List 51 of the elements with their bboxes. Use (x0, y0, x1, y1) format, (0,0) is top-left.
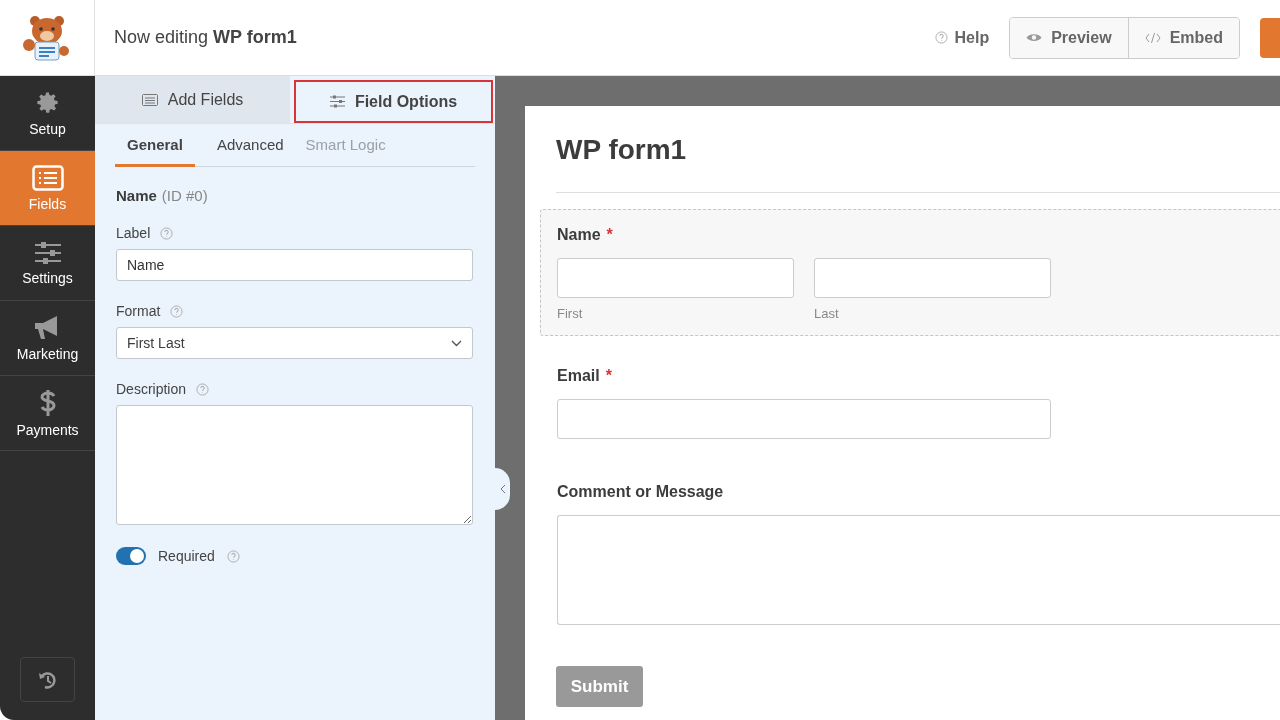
code-icon (1144, 31, 1161, 44)
sub-tab[interactable]: General (115, 124, 195, 167)
chevron-down-icon (451, 339, 462, 347)
history-icon (37, 669, 58, 690)
panel-tab[interactable]: Add Fields (95, 76, 290, 123)
help-link[interactable]: Help (934, 28, 990, 47)
collapse-button[interactable] (495, 468, 510, 510)
chevron-left-icon (499, 484, 506, 494)
format-select[interactable]: First Last (116, 327, 473, 359)
required-asterisk: * (606, 226, 613, 244)
email-input[interactable] (557, 399, 1051, 439)
option-label: Format (116, 303, 161, 319)
message-input[interactable] (557, 515, 1280, 625)
selected-field[interactable]: Name * First Last (540, 209, 1280, 336)
list-icon (141, 93, 158, 106)
required-asterisk: * (605, 367, 612, 385)
field-label: Email (557, 367, 600, 385)
description-input[interactable] (116, 405, 473, 525)
field-id: (ID #0) (161, 187, 208, 204)
sliders-icon (329, 95, 345, 108)
panel-tab[interactable]: Field Options (294, 80, 493, 123)
bear-mascot-logo (22, 14, 72, 61)
text-input[interactable] (814, 258, 1051, 298)
field-label: Name (557, 226, 601, 244)
help-icon (934, 31, 948, 44)
page-title: Now editing WP form1 (114, 27, 298, 48)
field-name: Name (116, 187, 157, 204)
sub-label: First (557, 306, 584, 321)
history-button[interactable] (20, 657, 75, 702)
form-title: WP form1 (556, 134, 688, 166)
option-label: Description (116, 381, 187, 397)
embed-button[interactable]: Embed (1127, 17, 1239, 58)
sliders-icon (33, 240, 62, 265)
gear-icon (34, 89, 61, 116)
required-toggle[interactable] (116, 547, 146, 565)
sub-tab[interactable]: Advanced (216, 124, 284, 167)
dollar-icon (38, 388, 57, 417)
help-icon (196, 382, 210, 396)
help-icon (170, 304, 184, 318)
eye-icon (1026, 32, 1043, 43)
help-icon (226, 549, 240, 563)
sub-label: Last (814, 306, 840, 321)
preview-button[interactable]: Preview (1010, 17, 1128, 58)
list-icon (31, 164, 64, 191)
label-input[interactable]: Name (116, 249, 473, 281)
text-input[interactable] (557, 258, 794, 298)
option-label: Label (116, 225, 151, 241)
save-button[interactable] (1260, 17, 1280, 58)
help-icon (160, 226, 174, 240)
option-label: Required (158, 548, 215, 564)
field-label: Comment or Message (557, 483, 724, 501)
